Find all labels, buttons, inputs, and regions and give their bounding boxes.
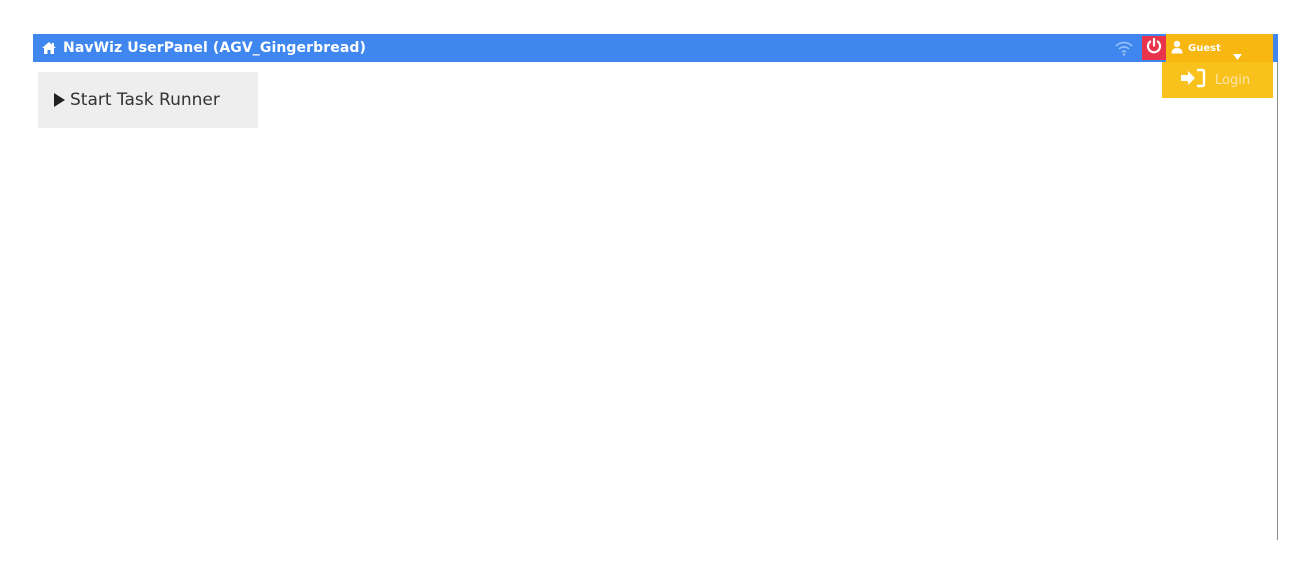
user-name-label: Guest: [1188, 42, 1221, 54]
title-bar: NavWiz UserPanel (AGV_Gingerbread) Guest: [33, 34, 1278, 62]
power-icon: [1145, 37, 1163, 59]
caret-down-icon: [1232, 45, 1242, 60]
wifi-icon: [1114, 39, 1134, 57]
power-button[interactable]: [1142, 36, 1166, 60]
sign-in-icon: [1180, 68, 1206, 92]
home-icon[interactable]: [41, 40, 57, 56]
menu-item-login[interactable]: Login: [1215, 73, 1250, 88]
user-icon: [1171, 39, 1183, 58]
window-border: [1277, 62, 1278, 540]
start-task-runner-label: Start Task Runner: [70, 90, 220, 110]
user-menu-button[interactable]: Guest: [1166, 34, 1273, 62]
start-task-runner-button[interactable]: Start Task Runner: [38, 72, 258, 128]
app-window: NavWiz UserPanel (AGV_Gingerbread) Guest…: [33, 34, 1278, 540]
user-dropdown-menu: Login: [1162, 62, 1273, 98]
play-icon: [54, 93, 65, 107]
app-title: NavWiz UserPanel (AGV_Gingerbread): [63, 40, 367, 56]
